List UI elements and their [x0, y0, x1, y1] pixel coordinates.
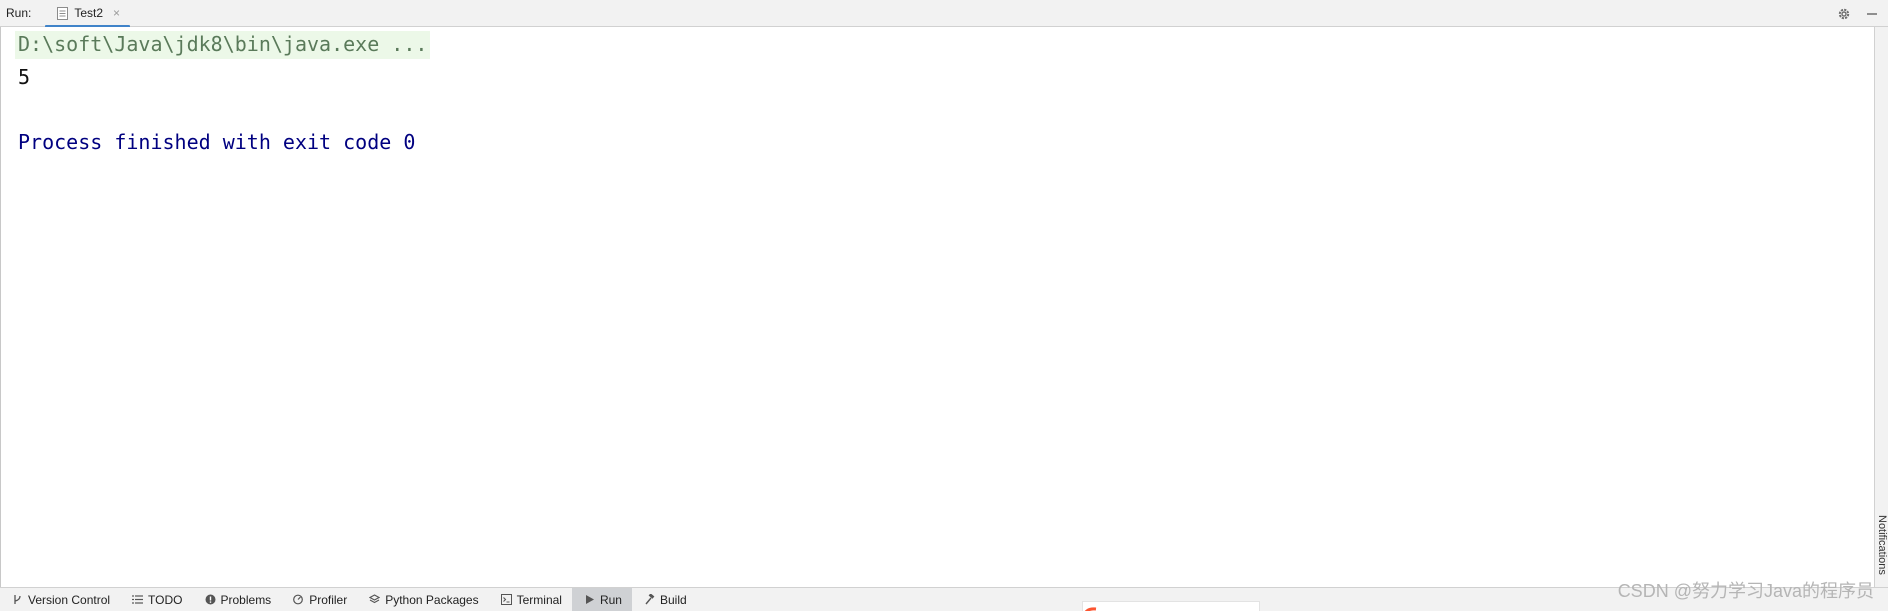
tab-test2[interactable]: Test2 × — [45, 0, 130, 28]
terminal-icon — [500, 594, 512, 605]
header-actions — [1836, 0, 1880, 27]
python-packages-label: Python Packages — [385, 592, 479, 607]
run-label: Run: — [6, 6, 32, 20]
ide-run-window: Run: Test2 × D:\soft\Java\jdk8\bin\java.… — [0, 0, 1888, 611]
close-icon[interactable]: × — [113, 6, 120, 20]
build-label: Build — [659, 592, 687, 607]
run-label-bottom: Run — [599, 592, 622, 607]
watermark: CSDN @努力学习Java的程序员 — [1617, 581, 1874, 601]
profiler-button[interactable]: Profiler — [281, 588, 357, 611]
version-control-button[interactable]: Version Control — [0, 588, 120, 611]
document-icon — [57, 6, 69, 20]
build-button[interactable]: Build — [632, 588, 697, 611]
problems-icon — [205, 594, 216, 605]
profiler-label: Profiler — [309, 592, 348, 607]
gear-icon[interactable] — [1836, 6, 1852, 22]
branch-icon — [12, 594, 23, 605]
hammer-icon — [644, 593, 655, 605]
problems-button[interactable]: Problems — [193, 588, 282, 611]
layers-icon — [369, 594, 381, 605]
floating-widget-edge — [1082, 601, 1260, 611]
notifications-strip: Notifications — [1874, 27, 1888, 587]
problems-label: Problems — [220, 592, 272, 607]
tab-label: Test2 — [74, 6, 104, 20]
play-icon — [584, 594, 595, 605]
terminal-button[interactable]: Terminal — [489, 588, 572, 611]
python-packages-button[interactable]: Python Packages — [357, 588, 488, 611]
program-output: 5 — [18, 65, 31, 89]
csdn-logo-icon — [1082, 601, 1108, 611]
run-tool-window-header: Run: Test2 × — [0, 0, 1888, 28]
command-line[interactable]: D:\soft\Java\jdk8\bin\java.exe ... — [15, 31, 431, 59]
terminal-label: Terminal — [516, 592, 562, 607]
list-icon — [132, 594, 144, 605]
tool-window-bar: Version Control TODO Problems Profiler P… — [0, 587, 1888, 611]
minimize-icon[interactable] — [1864, 6, 1880, 22]
todo-label: TODO — [148, 592, 183, 607]
version-control-label: Version Control — [28, 592, 111, 607]
profiler-icon — [293, 594, 304, 605]
todo-button[interactable]: TODO — [120, 588, 192, 611]
exit-message: Process finished with exit code 0 — [18, 130, 416, 154]
run-button[interactable]: Run — [571, 587, 632, 611]
console-output[interactable]: D:\soft\Java\jdk8\bin\java.exe ... 5 Pro… — [0, 27, 1874, 587]
